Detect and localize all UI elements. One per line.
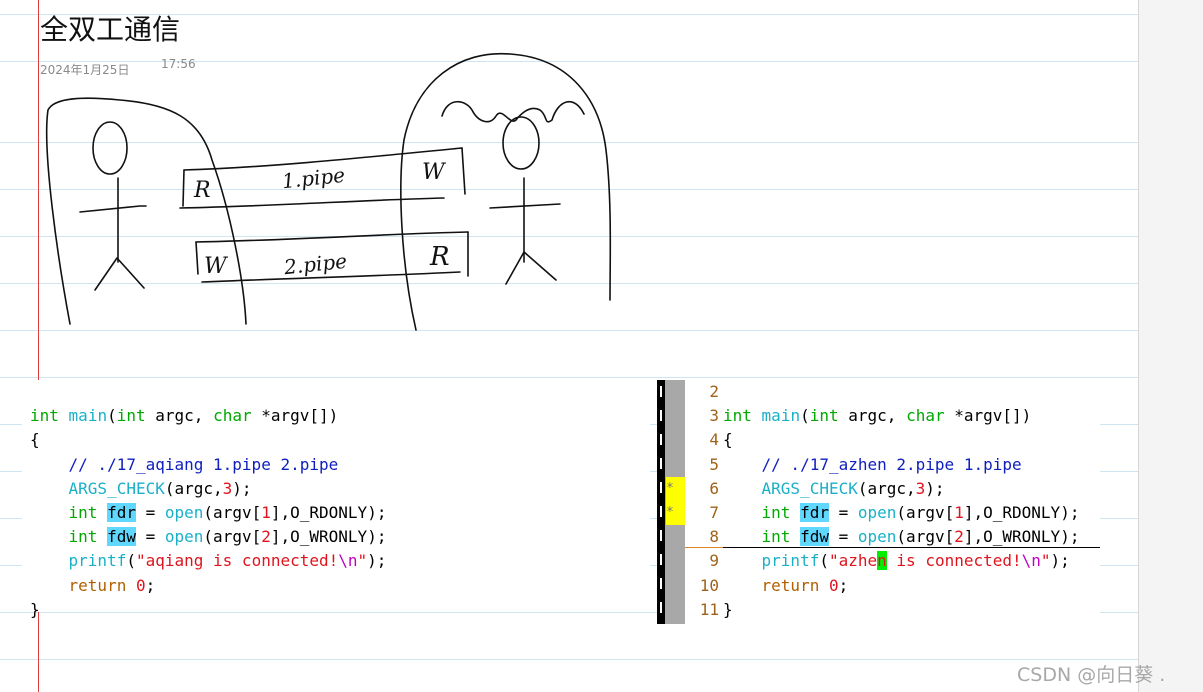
code-line: int fdw = open(argv[2],O_WRONLY); — [761, 527, 1080, 547]
line-number: 10 — [699, 575, 719, 595]
note-page: 全双工通信 2024年1月25日 17:56 R 1.pipe W W 2.pi… — [0, 0, 1139, 692]
code-line: printf("azhen is connected!\n"); — [761, 551, 1070, 571]
code-line: int fdr = open(argv[1],O_RDONLY); — [761, 503, 1080, 523]
left-bubble — [45, 97, 247, 325]
vim-editor-azhen[interactable]: * * 2 3 4 5 6 7 8 9 10 11 int main(int argc, char… — [657, 380, 1100, 624]
line-numbers: 2 3 4 5 6 7 8 9 10 11 — [685, 380, 719, 622]
watermark: CSDN @向日葵 . — [1017, 664, 1166, 686]
right-person-legs — [505, 251, 557, 285]
code-line: } — [723, 599, 733, 619]
pipe1-bottom — [179, 197, 445, 209]
line-number: 5 — [709, 454, 719, 474]
left-person-head — [92, 121, 128, 175]
line-number: 3 — [709, 406, 719, 426]
pipe2-left-cap — [195, 241, 199, 275]
pipe2-top — [195, 231, 469, 243]
change-mark: * — [666, 477, 685, 501]
right-person-arms — [489, 203, 561, 209]
line-number: 2 — [709, 382, 719, 401]
code-line: int main(int argc, char *argv[]) — [30, 406, 339, 426]
right-person-head — [502, 116, 540, 170]
code-line: ARGS_CHECK(argc,3); — [761, 478, 945, 498]
code-line: ARGS_CHECK(argc,3); — [68, 478, 252, 498]
code-line: } — [30, 599, 40, 619]
editor-left-bar — [657, 380, 665, 624]
pipe1-right-cap — [461, 147, 466, 195]
pipe2-left-label: W — [204, 254, 227, 279]
cursorline-underline — [685, 547, 1100, 548]
code-line: // ./17_aqiang 1.pipe 2.pipe — [68, 454, 339, 474]
code-line: { — [30, 430, 40, 450]
line-number: 9 — [709, 551, 719, 571]
pipe2-right-label: R — [430, 242, 450, 272]
pipe1-right-label: W — [422, 160, 445, 185]
left-person-arms — [79, 205, 147, 213]
sign-column: * * — [657, 380, 685, 624]
line-number: 11 — [699, 599, 719, 619]
vim-code-text[interactable]: int main(int argc, char *argv[]) { // ./1… — [723, 380, 1079, 692]
code-line: int fdw = open(argv[2],O_WRONLY); — [68, 527, 387, 547]
code-line: printf("aqiang is connected!\n"); — [68, 551, 387, 571]
line-number: 4 — [709, 430, 719, 450]
line-number: 7 — [709, 503, 719, 523]
code-line: return 0; — [761, 575, 849, 595]
change-mark: * — [666, 501, 685, 525]
code-line: int fdr = open(argv[1],O_RDONLY); — [68, 503, 387, 523]
code-line: return 0; — [68, 575, 156, 595]
code-line: { — [723, 430, 733, 450]
handwritten-sketch — [45, 52, 612, 331]
code-line: // ./17_azhen 2.pipe 1.pipe — [761, 454, 1022, 474]
code-line: int main(int argc, char *argv[]) — [723, 406, 1032, 426]
line-number: 6 — [709, 478, 719, 498]
cursorline-number-underline — [685, 547, 723, 548]
left-person-legs — [94, 257, 145, 291]
pipe1-left-label: R — [194, 178, 211, 203]
line-number: 8 — [709, 527, 719, 547]
pipe1-left-cap — [182, 169, 185, 207]
right-bubble — [400, 52, 612, 331]
code-block-aqiang: int main(int argc, char *argv[]) { // ./1… — [22, 380, 650, 619]
side-panel — [1139, 0, 1203, 692]
